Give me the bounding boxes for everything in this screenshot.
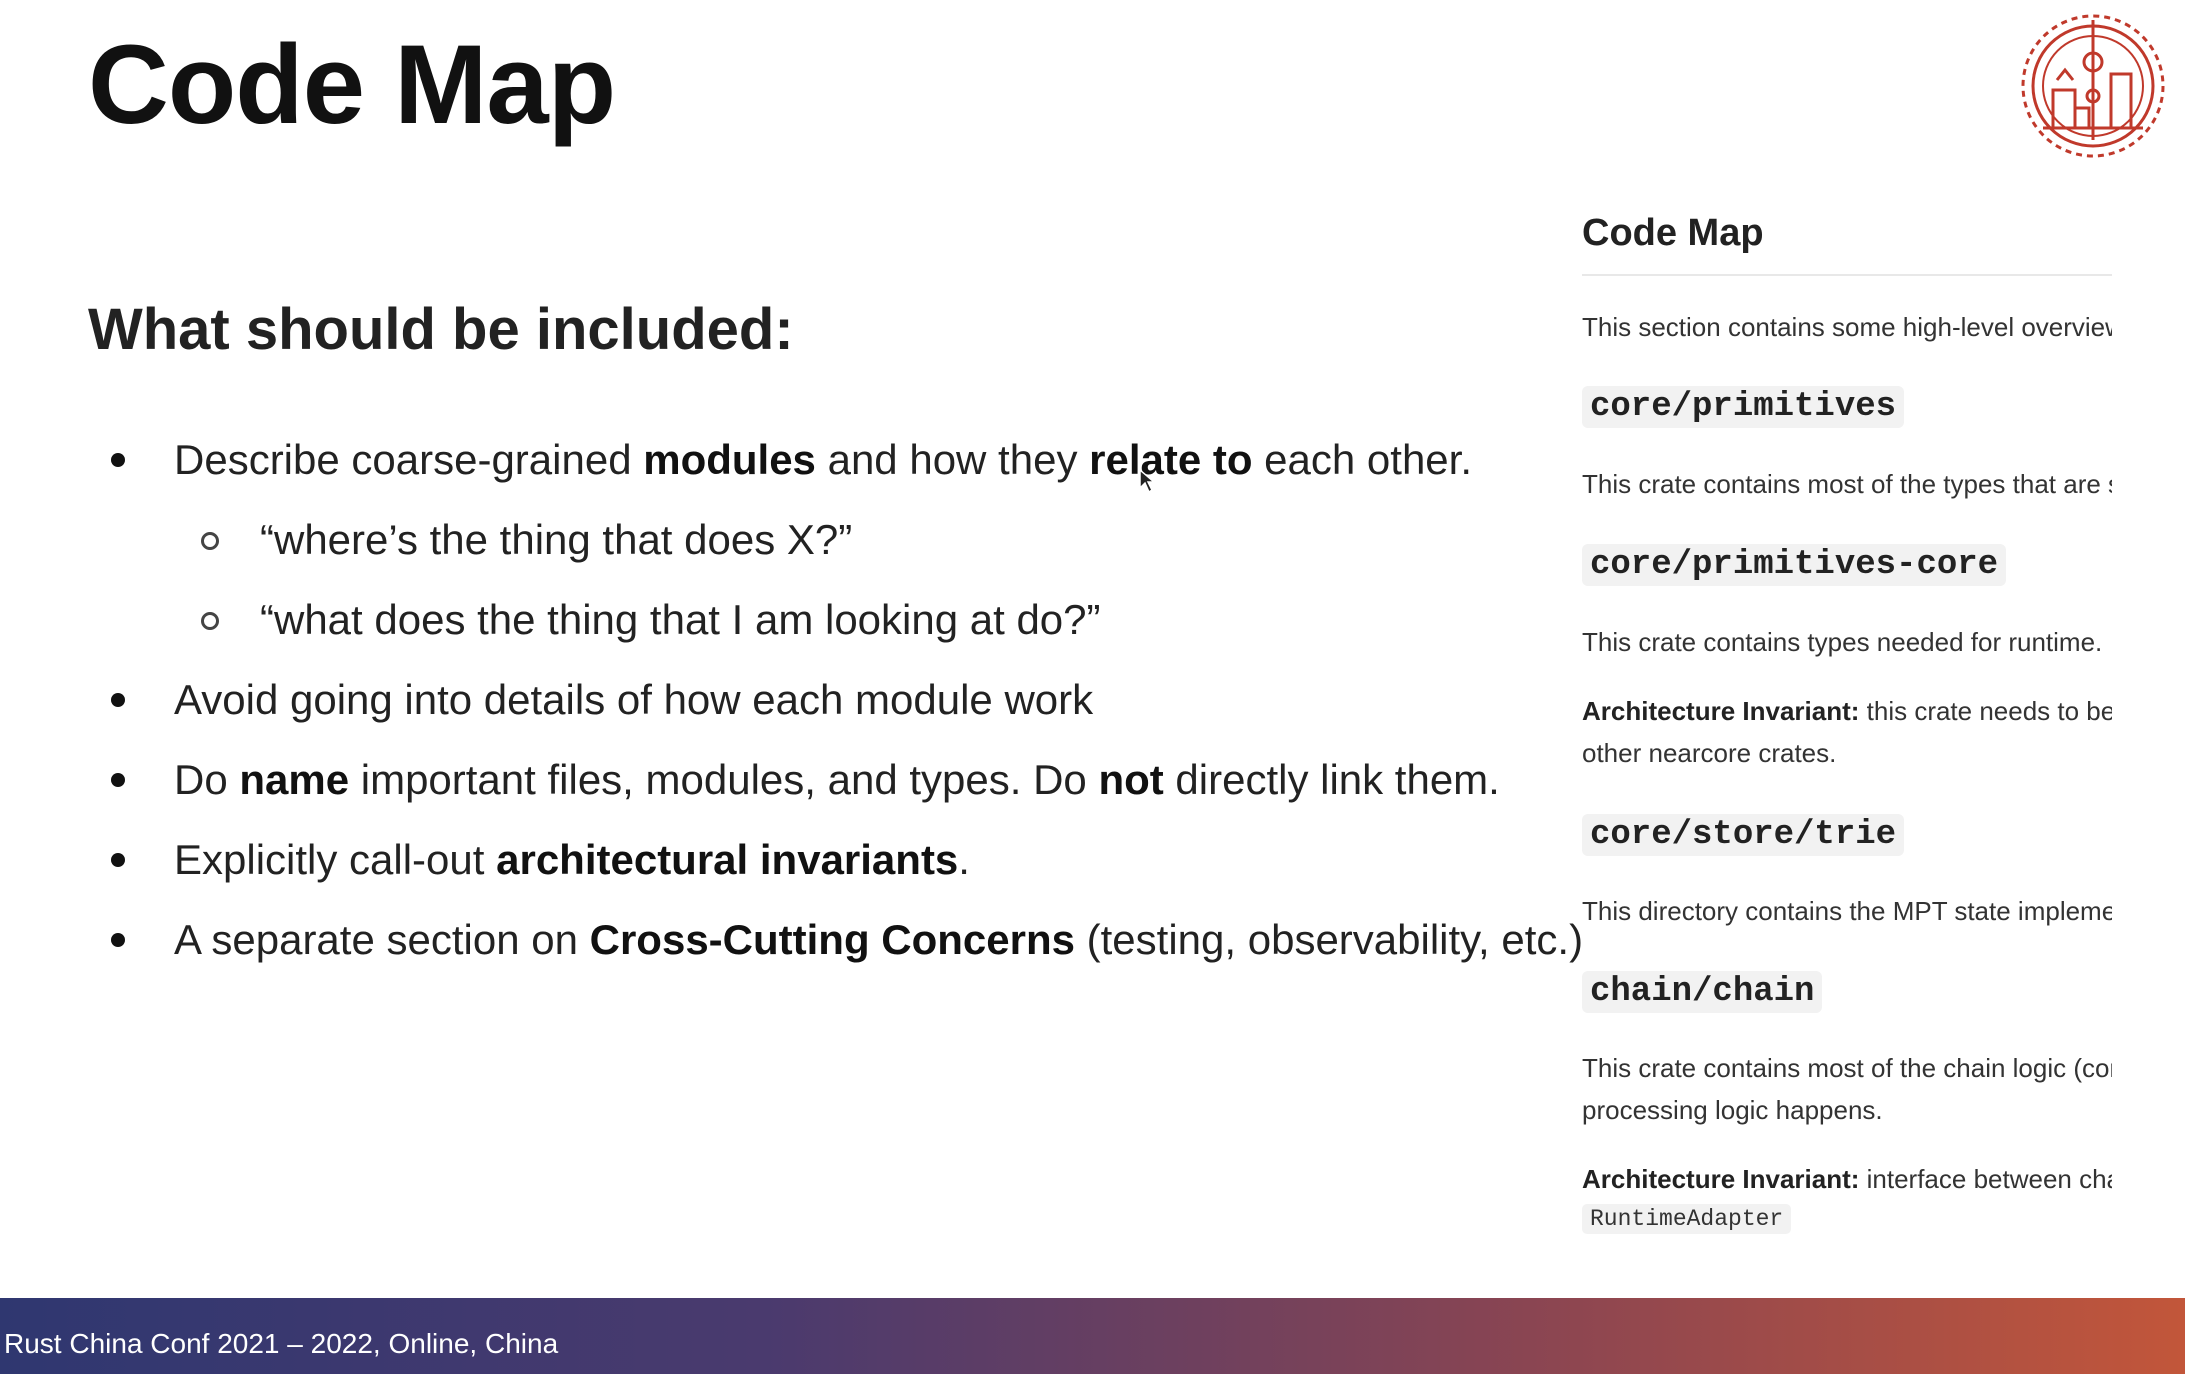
section-heading: What should be included: <box>88 297 794 362</box>
doc-intro: This section contains some high-level ov… <box>1582 312 2112 342</box>
conference-gear-logo-icon <box>2021 14 2165 158</box>
doc-invariant: Architecture Invariant: interface betwee… <box>1582 1164 2112 1194</box>
bullet-item: Do name important files, modules, and ty… <box>108 740 1538 820</box>
bullet-item: A separate section on Cross-Cutting Conc… <box>108 900 1583 980</box>
bullet-dot-icon <box>111 693 125 707</box>
bullet-dot-icon <box>111 453 125 467</box>
footer-text: Rust China Conf 2021 – 2022, Online, Chi… <box>4 1328 559 1359</box>
bullet-item: Explicitly call-out architectural invari… <box>108 820 1538 900</box>
doc-invariant: Architecture Invariant: this crate needs… <box>1582 696 2112 726</box>
bullet-text: A separate section on Cross-Cutting Conc… <box>174 916 1584 963</box>
slide-title: Code Map <box>88 22 616 147</box>
doc-section-text: This directory contains the MPT state im… <box>1582 896 2112 926</box>
bullet-text: Describe coarse-grained modules and how … <box>174 436 1472 483</box>
sub-bullet-circle-icon <box>201 532 219 550</box>
bullet-dot-icon <box>111 773 125 787</box>
doc-title-divider <box>1582 274 2112 276</box>
bullet-text: Avoid going into details of how each mod… <box>174 676 1094 723</box>
doc-section-text: This crate contains most of the types th… <box>1582 469 2112 499</box>
doc-section-text: This crate contains most of the chain lo… <box>1582 1053 2112 1083</box>
doc-section-code: chain/chain <box>1582 971 1823 1013</box>
doc-section-code: core/primitives-core <box>1582 544 2007 586</box>
doc-inline-code: RuntimeAdapter <box>1582 1204 1792 1234</box>
doc-title: Code Map <box>1582 212 1764 254</box>
bullet-item: Avoid going into details of how each mod… <box>108 660 1538 740</box>
doc-section-text: This crate contains types needed for run… <box>1582 627 2103 657</box>
bullet-item: Describe coarse-grained modules and how … <box>108 420 1538 500</box>
doc-section-code: core/store/trie <box>1582 814 1905 856</box>
doc-section-text-continued: processing logic happens. <box>1582 1095 1883 1125</box>
bullet-text: “where’s the thing that does X?” <box>260 516 853 563</box>
sub-bullet-circle-icon <box>201 612 219 630</box>
mouse-pointer-icon <box>1139 468 1156 494</box>
doc-invariant-continued: other nearcore crates. <box>1582 738 1837 768</box>
bullet-text: Explicitly call-out architectural invari… <box>174 836 970 883</box>
sub-bullet-item: “where’s the thing that does X?” <box>108 500 1538 580</box>
bullet-list: Describe coarse-grained modules and how … <box>108 420 1583 980</box>
code-map-doc-panel: Code Map This section contains some high… <box>1582 200 2112 1260</box>
sub-bullet-item: “what does the thing that I am looking a… <box>108 580 1538 660</box>
bullet-dot-icon <box>111 933 125 947</box>
doc-section-code: core/primitives <box>1582 386 1905 428</box>
bullet-text: “what does the thing that I am looking a… <box>260 596 1101 643</box>
bullet-dot-icon <box>111 853 125 867</box>
bullet-text: Do name important files, modules, and ty… <box>174 756 1500 803</box>
footer-bar: Rust China Conf 2021 – 2022, Online, Chi… <box>0 1298 2185 1374</box>
